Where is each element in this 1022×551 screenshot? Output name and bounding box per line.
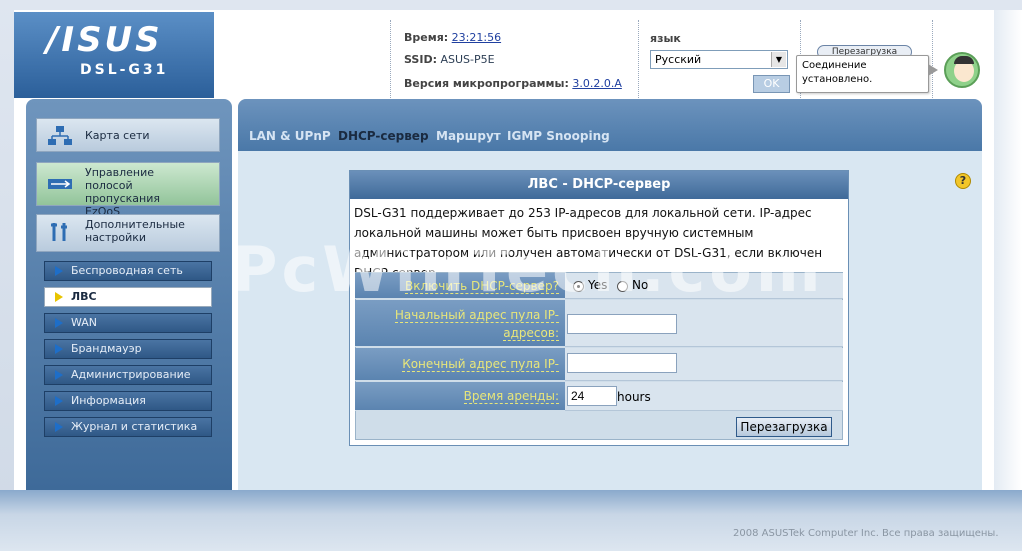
tab-bar [238,99,982,151]
tab-lan-upnp[interactable]: LAN & UPnP [249,129,331,143]
sidebar-item-label: Беспроводная сеть [71,264,183,277]
bandwidth-icon [48,179,72,189]
tab-igmp-snooping[interactable]: IGMP Snooping [507,129,610,143]
language-label: язык [650,32,681,45]
triangle-icon [55,396,63,406]
lease-unit: hours [617,390,651,404]
ssid-value: ASUS-P5E [440,53,495,66]
end-pool-cell [565,348,843,381]
lease-time-label: Время аренды: [355,382,565,411]
sidebar-item-label: Брандмауэр [71,342,142,355]
footer [0,490,1022,551]
triangle-icon [55,266,63,276]
tab-route[interactable]: Маршрут [436,129,501,143]
status-avatar-icon[interactable] [944,52,980,88]
avatar-hair [954,56,974,64]
time-row: Время: 23:21:56 [404,31,501,44]
chevron-down-icon[interactable]: ▼ [771,52,786,67]
lease-time-input[interactable] [567,386,617,406]
firmware-link[interactable]: 3.0.2.0.A [572,77,622,90]
reboot-button[interactable]: Перезагрузка [736,417,832,437]
firmware-row: Версия микропрограммы: 3.0.2.0.A [404,77,622,90]
sidebar-item-label: Администрирование [71,368,191,381]
triangle-icon [55,344,63,354]
right-edge [994,10,1022,490]
firmware-label: Версия микропрограммы: [404,77,569,90]
sidebar-item-label: WAN [71,316,98,329]
tab-dhcp-server[interactable]: DHCP-сервер [338,129,429,143]
watermark: PcWinTech.com [232,233,825,306]
sidebar-item-label: Управление полосой пропускания EzQoS [85,166,160,218]
sidebar-item-network-map[interactable]: Карта сети [36,118,220,152]
sidebar-item-label: Информация [71,394,146,407]
start-pool-input[interactable] [567,314,677,334]
sidebar-item-label: ЛВС [71,290,97,303]
tools-icon [51,223,67,241]
start-pool-cell [565,300,843,347]
end-pool-input[interactable] [567,353,677,373]
triangle-icon [55,422,63,432]
tooltip-tail [928,64,938,76]
sidebar-item-label: Карта сети [85,129,150,142]
status-tooltip: Соединение установлено. [796,55,929,93]
language-selected: Русский [655,53,702,66]
header-divider [932,20,933,98]
language-select[interactable]: Русский ▼ [650,50,788,69]
triangle-icon [55,292,63,302]
time-label: Время: [404,31,449,44]
ssid-label: SSID: [404,53,437,66]
ssid-row: SSID: ASUS-P5E [404,53,495,66]
sidebar-item-firewall[interactable]: Брандмауэр [44,339,212,359]
header-divider [638,20,639,98]
triangle-icon [55,318,63,328]
lease-time-cell: hours [565,382,843,411]
sidebar-item-advanced[interactable]: Дополнительные настройки [36,214,220,252]
sidebar-item-ezqos[interactable]: Управление полосой пропускания EzQoS [36,162,220,218]
time-link[interactable]: 23:21:56 [452,31,501,44]
sidebar-item-wan[interactable]: WAN [44,313,212,333]
triangle-icon [55,370,63,380]
start-pool-label: Начальный адрес пула IP-адресов: [355,300,565,347]
sidebar-item-wireless[interactable]: Беспроводная сеть [44,261,212,281]
model-name: DSL-G31 [80,62,169,78]
sidebar-item-administration[interactable]: Администрирование [44,365,212,385]
help-icon[interactable]: ? [955,173,971,189]
ok-button[interactable]: OK [753,75,790,93]
sidebar-item-log[interactable]: Журнал и статистика [44,417,212,437]
end-pool-label: Конечный адрес пула IP-адресов: [355,348,565,405]
panel-title: ЛВС - DHCP-сервер [350,171,848,199]
sidebar-item-label: Журнал и статистика [71,420,198,433]
header-divider [390,20,391,98]
sidebar-item-label: Дополнительные настройки [85,218,185,244]
sidebar-item-information[interactable]: Информация [44,391,212,411]
network-map-icon [48,126,72,145]
sidebar-item-lan[interactable]: ЛВС [44,287,212,307]
copyright: 2008 ASUSTek Computer Inc. Все права защ… [733,528,999,539]
brand-logo: /ISUS [46,20,163,60]
